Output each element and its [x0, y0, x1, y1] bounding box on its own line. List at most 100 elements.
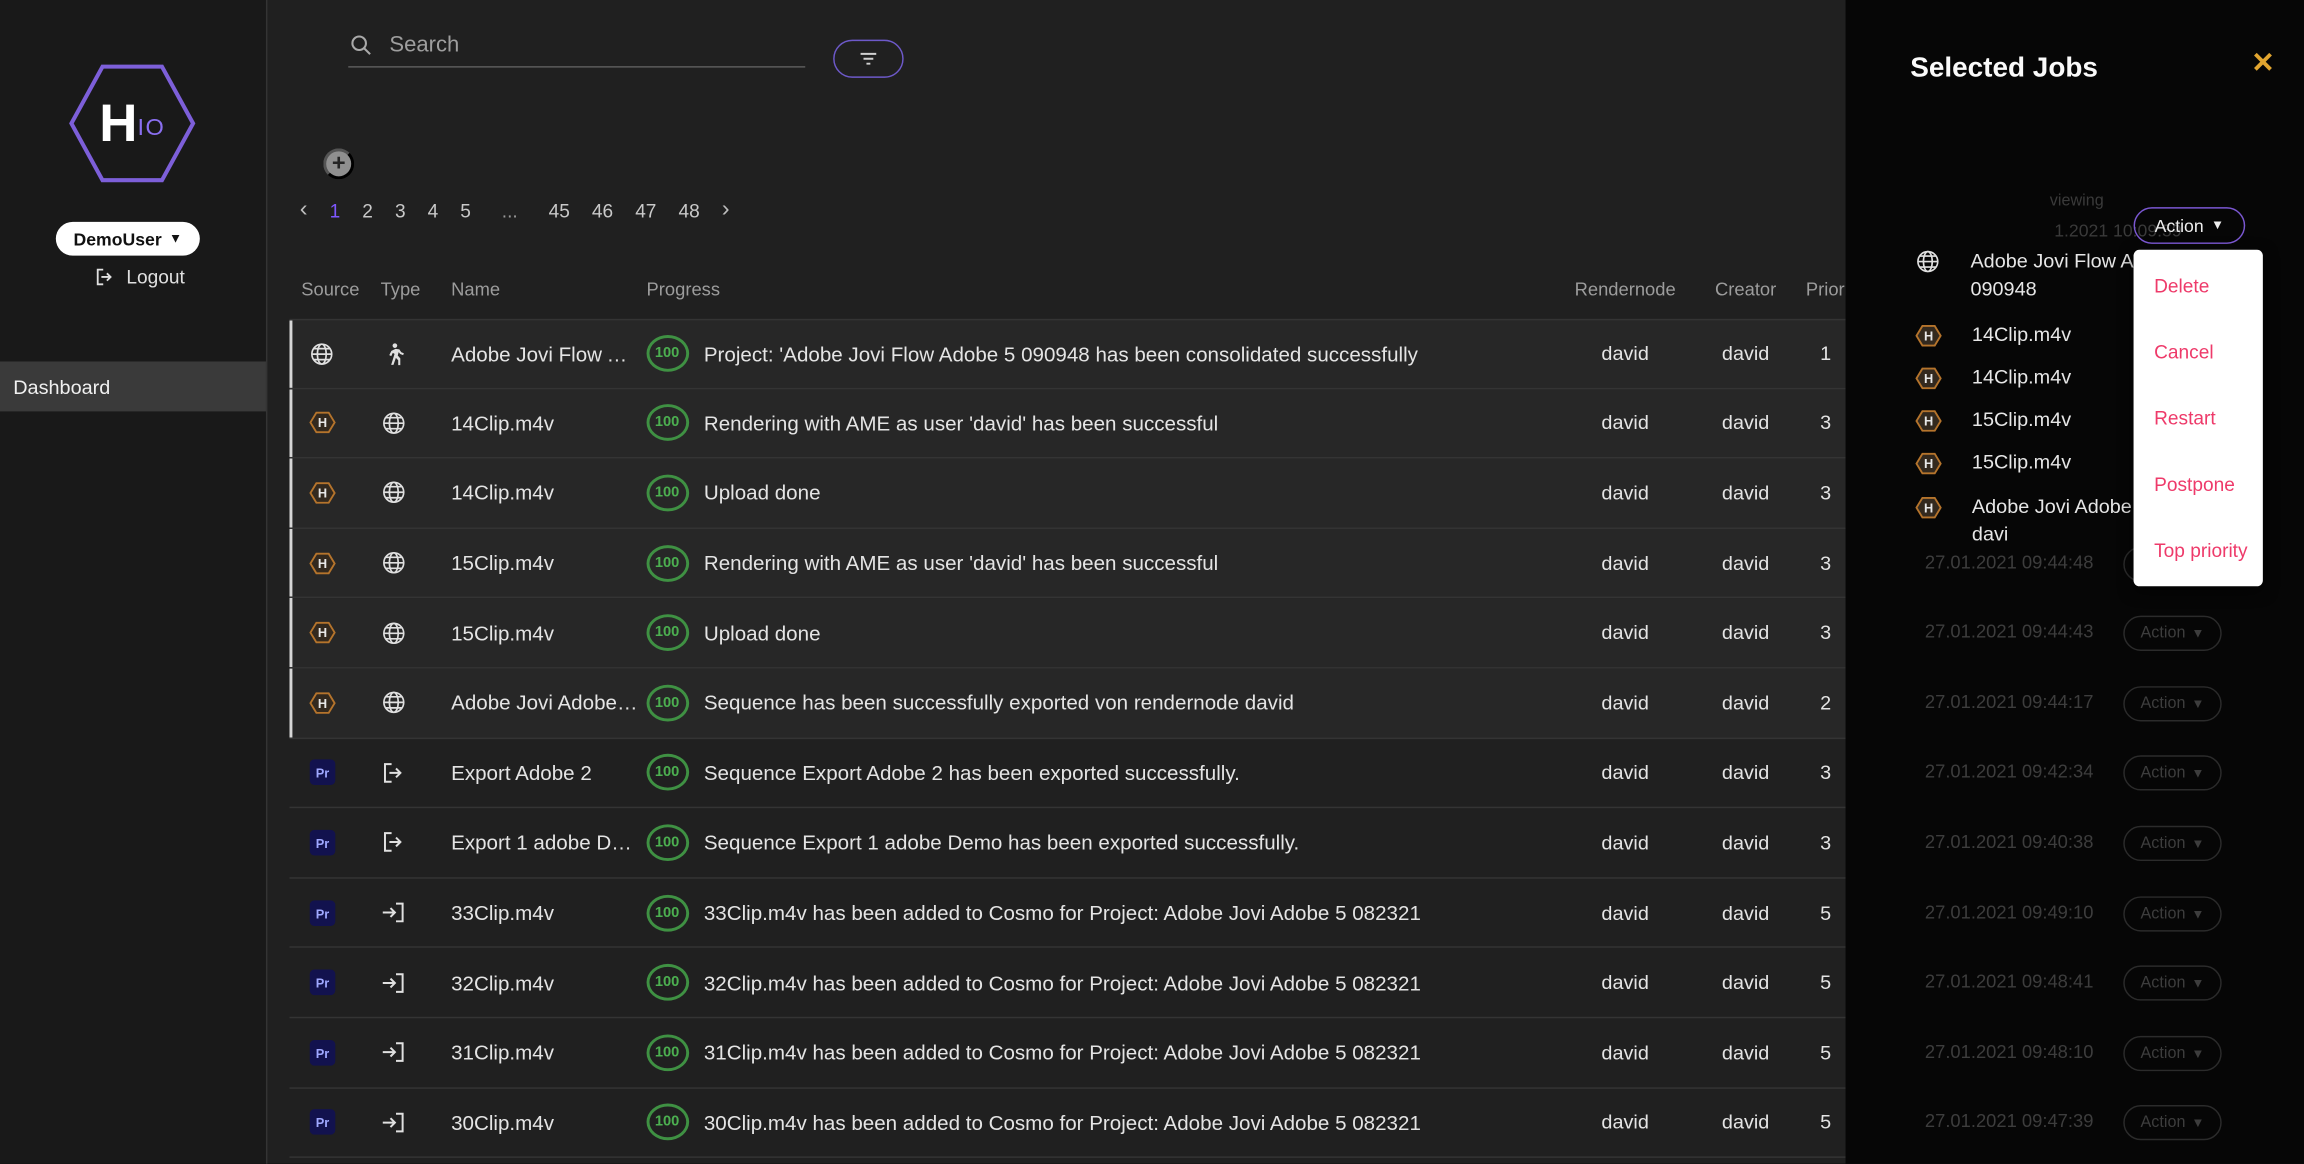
- chevron-down-icon: ▼: [2191, 907, 2204, 920]
- action-dropdown-button-dimmed: Action ▼: [2123, 686, 2221, 721]
- column-header: Progress: [639, 278, 1565, 299]
- dimmed-table-row: 27.01.2021 09:42:34 Action ▼: [1846, 755, 2304, 790]
- logout-button[interactable]: Logout: [94, 266, 185, 288]
- jobs-table: SourceTypeNameProgressRendernodeCreatorP…: [289, 259, 1845, 1158]
- table-row[interactable]: H 15Clip.m4v 100 Rendering with AME as u…: [289, 529, 1845, 599]
- close-icon[interactable]: ✕: [2251, 47, 2274, 81]
- rendernode-value: david: [1565, 692, 1685, 714]
- prev-page-icon[interactable]: ‹: [300, 198, 308, 222]
- job-name: 32Clip.m4v: [433, 971, 639, 995]
- creator-value: david: [1685, 762, 1805, 784]
- logo-suffix: IO: [137, 116, 165, 142]
- globe-icon: [381, 480, 407, 506]
- table-row[interactable]: Pr 33Clip.m4v 100 33Clip.m4v has been ad…: [289, 878, 1845, 948]
- selected-job-item: H 14Clip.m4v: [1915, 363, 2140, 392]
- user-menu-button[interactable]: DemoUser ▼: [56, 222, 200, 256]
- priority-value: 3: [1806, 412, 1846, 434]
- job-message: 30Clip.m4v has been added to Cosmo for P…: [695, 1111, 1565, 1135]
- selected-job-name: 15Clip.m4v: [1972, 448, 2140, 476]
- priority-value: 1: [1806, 343, 1846, 365]
- page-button[interactable]: 2: [362, 199, 373, 221]
- page-button[interactable]: 4: [428, 199, 439, 221]
- rendernode-value: david: [1565, 343, 1685, 365]
- app-window: H IO DemoUser ▼ Logout Dashboard: [0, 0, 2304, 1164]
- priority-value: 5: [1806, 1111, 1846, 1133]
- menu-item-cancel[interactable]: Cancel: [2134, 319, 2263, 385]
- table-row[interactable]: Adobe Jovi Flow A… 100 Project: 'Adobe J…: [289, 319, 1845, 389]
- svg-text:H: H: [317, 416, 326, 431]
- dimmed-table-row: 27.01.2021 09:40:38 Action ▼: [1846, 826, 2304, 861]
- export-icon: [381, 759, 407, 785]
- table-row[interactable]: Pr Export 1 adobe De… 100 Sequence Expor…: [289, 808, 1845, 878]
- priority-value: 5: [1806, 1041, 1846, 1063]
- dimmed-table-row: 27.01.2021 09:49:10 Action ▼: [1846, 896, 2304, 931]
- premiere-icon: Pr: [308, 899, 336, 927]
- job-name: 30Clip.m4v: [433, 1111, 639, 1135]
- action-dropdown-button-dimmed: Action ▼: [2123, 616, 2221, 651]
- page-button[interactable]: 45: [549, 199, 570, 221]
- page-button[interactable]: 1: [330, 199, 341, 221]
- globe-icon: [381, 550, 407, 576]
- search-icon: [348, 32, 373, 57]
- table-row[interactable]: H 15Clip.m4v 100 Upload done david david…: [289, 599, 1845, 669]
- person-icon: [381, 341, 407, 367]
- action-dropdown-button-dimmed: Action ▼: [2123, 826, 2221, 861]
- plus-icon: +: [332, 152, 346, 176]
- pagination: ‹12345...45464748›: [300, 195, 730, 224]
- priority-value: 5: [1806, 971, 1846, 993]
- priority-value: 3: [1806, 762, 1846, 784]
- svg-text:Pr: Pr: [315, 1046, 329, 1061]
- priority-value: 5: [1806, 902, 1846, 924]
- menu-item-top-priority[interactable]: Top priority: [2134, 517, 2263, 583]
- sidebar-item-label: Dashboard: [13, 375, 110, 397]
- job-name: 33Clip.m4v: [433, 901, 639, 925]
- add-button[interactable]: +: [323, 148, 354, 179]
- action-label: Action: [2155, 215, 2204, 236]
- globe-icon: [309, 341, 335, 367]
- table-row[interactable]: H Adobe Jovi Adobe … 100 Sequence has be…: [289, 669, 1845, 739]
- table-row[interactable]: Pr 32Clip.m4v 100 32Clip.m4v has been ad…: [289, 948, 1845, 1018]
- premiere-icon: Pr: [308, 759, 336, 787]
- search-input[interactable]: [386, 31, 805, 59]
- premiere-icon: Pr: [308, 969, 336, 997]
- hexagon-h-icon: H: [1915, 407, 1943, 435]
- started-timestamp: 27.01.2021 09:48:10: [1925, 1042, 2094, 1063]
- table-row[interactable]: Pr 31Clip.m4v 100 31Clip.m4v has been ad…: [289, 1018, 1845, 1088]
- page-button[interactable]: 46: [592, 199, 613, 221]
- sidebar-item-dashboard[interactable]: Dashboard: [0, 361, 266, 411]
- rendernode-value: david: [1565, 622, 1685, 644]
- selected-job-item: H Adobe Jovi Adobe davi: [1915, 492, 2140, 548]
- progress-badge: 100: [646, 824, 689, 861]
- action-dropdown-button[interactable]: Action ▼: [2134, 207, 2246, 244]
- table-row[interactable]: H 14Clip.m4v 100 Upload done david david…: [289, 459, 1845, 529]
- hexagon-h-icon: H: [308, 409, 336, 437]
- selected-job-name: 15Clip.m4v: [1972, 406, 2140, 434]
- progress-badge: 100: [646, 1104, 689, 1141]
- selected-job-item: H 15Clip.m4v: [1915, 448, 2140, 477]
- progress-badge: 100: [646, 475, 689, 512]
- action-menu: DeleteCancelRestartPostponeTop priority: [2134, 250, 2263, 586]
- premiere-icon: Pr: [308, 1038, 336, 1066]
- selected-job-name: 14Clip.m4v: [1972, 320, 2140, 348]
- progress-badge: 100: [646, 894, 689, 931]
- table-row[interactable]: Pr 30Clip.m4v 100 30Clip.m4v has been ad…: [289, 1088, 1845, 1158]
- creator-value: david: [1685, 343, 1805, 365]
- page-button[interactable]: 5: [460, 199, 471, 221]
- hexagon-h-icon: H: [308, 549, 336, 577]
- creator-value: david: [1685, 552, 1805, 574]
- menu-item-delete[interactable]: Delete: [2134, 253, 2263, 319]
- dimmed-table-row: 27.01.2021 09:44:17 Action ▼: [1846, 686, 2304, 721]
- next-page-icon[interactable]: ›: [722, 198, 730, 222]
- table-row[interactable]: H 14Clip.m4v 100 Rendering with AME as u…: [289, 389, 1845, 459]
- menu-item-restart[interactable]: Restart: [2134, 385, 2263, 451]
- started-timestamp: 27.01.2021 09:49:10: [1925, 902, 2094, 923]
- filter-button[interactable]: [833, 40, 904, 78]
- page-button[interactable]: 48: [678, 199, 699, 221]
- page-button[interactable]: 47: [635, 199, 656, 221]
- column-header: Name: [433, 278, 639, 299]
- rendernode-value: david: [1565, 552, 1685, 574]
- menu-item-postpone[interactable]: Postpone: [2134, 451, 2263, 517]
- page-button[interactable]: 3: [395, 199, 406, 221]
- table-row[interactable]: Pr Export Adobe 2 100 Sequence Export Ad…: [289, 738, 1845, 808]
- job-message: 32Clip.m4v has been added to Cosmo for P…: [695, 971, 1565, 995]
